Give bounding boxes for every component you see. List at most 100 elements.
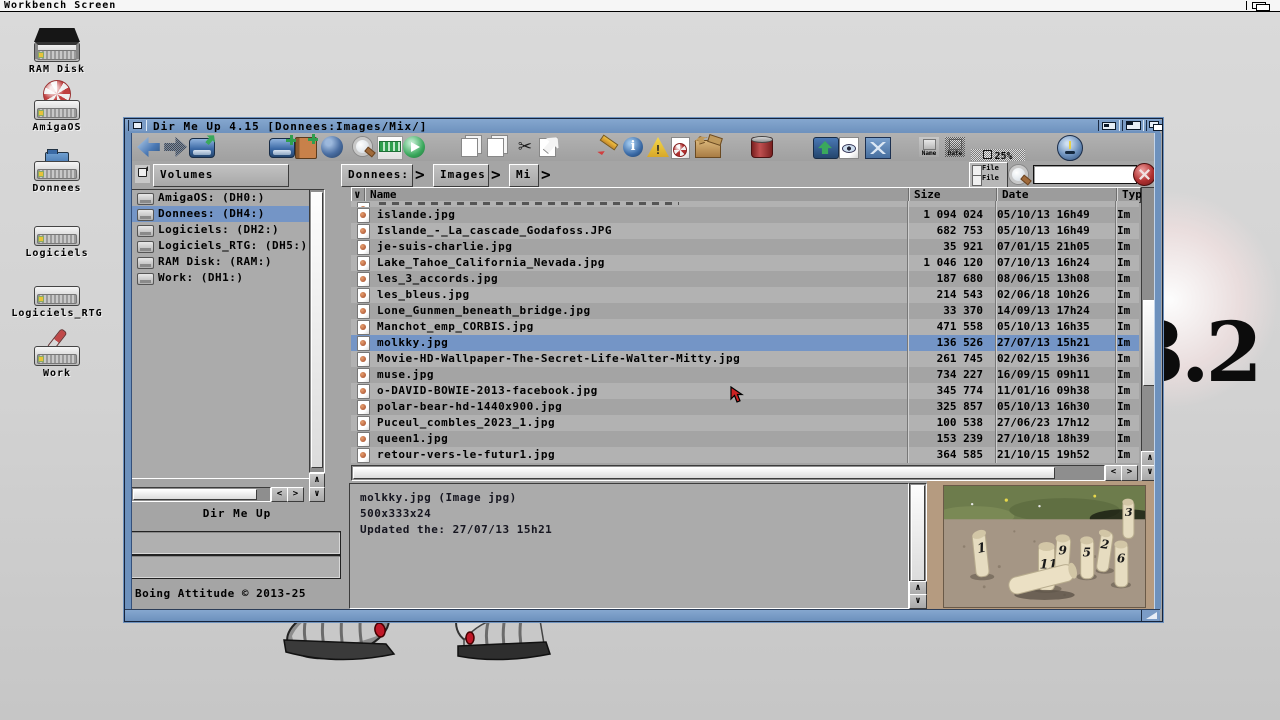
close-view-button[interactable] (865, 137, 891, 159)
volumes-scroll-down-button[interactable]: ∨ (309, 487, 325, 502)
window-bottom-border (125, 609, 1160, 621)
files-scroll-right-button[interactable]: > (1121, 465, 1138, 481)
breadcrumb-current-button[interactable]: Mi (509, 164, 539, 187)
file-row[interactable]: molkky.jpg 136 526 27/07/13 15h21 Im (351, 335, 1139, 351)
info-vertical-scrollbar[interactable] (909, 483, 927, 583)
breadcrumb-volume-button[interactable]: Donnees: (341, 164, 413, 187)
file-info-panel: molkky.jpg (Image jpg) 500x333x24 Update… (349, 483, 909, 609)
run-button[interactable] (403, 136, 425, 158)
back-button[interactable] (137, 136, 161, 158)
sort-by-name-button[interactable]: Name (919, 137, 939, 157)
measure-button[interactable] (377, 136, 403, 160)
file-row[interactable]: Lone_Gunmen_beneath_bridge.jpg 33 370 14… (351, 303, 1139, 319)
volumes-vertical-scrollbar[interactable] (309, 189, 325, 473)
search-input[interactable] (1033, 165, 1137, 184)
file-type: Im (1117, 255, 1139, 271)
column-header-size[interactable]: Size (908, 188, 1000, 202)
window-close-gadget[interactable] (128, 120, 147, 131)
new-drawer-button[interactable] (269, 138, 295, 158)
file-row[interactable]: Movie-HD-Wallpaper-The-Secret-Life-Walte… (351, 351, 1139, 367)
file-row[interactable]: retour-vers-le-futur1.jpg 364 585 21/10/… (351, 447, 1139, 463)
file-name: muse.jpg (377, 367, 907, 383)
desktop-icon[interactable]: Work (2, 328, 112, 379)
breadcrumb-folder-button[interactable]: Images (433, 164, 489, 187)
clock-button[interactable] (1057, 135, 1083, 161)
column-header-type[interactable]: Typ (1116, 188, 1144, 202)
trash-button[interactable] (751, 137, 773, 158)
desktop-icon[interactable]: Donnees (2, 143, 112, 194)
archive-upload-button[interactable] (813, 137, 839, 159)
file-name: Lake_Tahoe_California_Nevada.jpg (377, 255, 907, 271)
file-row[interactable]: muse.jpg 734 227 16/09/15 09h11 Im (351, 367, 1139, 383)
volumes-button[interactable]: Volumes (153, 164, 289, 187)
desktop-icon[interactable]: RAM Disk (2, 24, 112, 75)
drive-icon (137, 257, 154, 269)
volume-row[interactable]: RAM Disk: (RAM:) (132, 254, 310, 270)
information-button[interactable] (623, 137, 643, 157)
sphere-tool-button[interactable] (321, 136, 343, 158)
file-row[interactable]: les_bleus.jpg 214 543 02/06/18 10h26 Im (351, 287, 1139, 303)
file-name: Islande_-_La_cascade_Godafoss.JPG (377, 223, 907, 239)
file-date: 05/10/13 16h35 (997, 319, 1112, 335)
volumes-scroll-up-button[interactable]: ∧ (309, 473, 325, 488)
window-iconify-gadget[interactable] (1098, 120, 1120, 131)
volume-row[interactable]: Logiciels: (DH2:) (132, 222, 310, 238)
parent-drive-button[interactable] (189, 138, 215, 158)
file-date: 27/10/18 18h39 (997, 431, 1112, 447)
view-image-button[interactable] (839, 137, 859, 159)
boing-document-button[interactable] (671, 137, 690, 159)
window-titlebar[interactable]: Dir Me Up 4.15 [Donnees:Images/Mix/] (125, 119, 1160, 134)
volumes-horizontal-scrollbar[interactable] (131, 487, 271, 502)
column-header-date[interactable]: Date (996, 188, 1120, 202)
window-resize-gadget[interactable] (1141, 610, 1159, 621)
volume-row[interactable]: Donnees: (DH4:) (132, 206, 310, 222)
file-filter-button[interactable]: File File (969, 162, 1008, 188)
eject-icon[interactable] (135, 165, 150, 183)
unpack-archive-button[interactable] (695, 140, 721, 158)
volume-row[interactable]: Work: (DH1:) (132, 270, 310, 286)
clear-search-button[interactable] (1133, 163, 1156, 186)
file-size: 734 227 (909, 367, 983, 383)
cut-scissors-icon[interactable]: ✂ (513, 136, 537, 158)
file-row[interactable]: je-suis-charlie.jpg 35 921 07/01/15 21h0… (351, 239, 1139, 255)
drive-icon (137, 193, 154, 205)
window-depth-gadget[interactable] (1146, 120, 1162, 131)
file-type: Im (1117, 399, 1139, 415)
files-scroll-left-button[interactable]: < (1105, 465, 1122, 481)
window-zoom-gadget[interactable] (1122, 120, 1144, 131)
screen-depth-gadget[interactable] (1246, 1, 1273, 10)
find-button[interactable] (351, 136, 375, 158)
file-row[interactable]: les_3_accords.jpg 187 680 08/06/15 13h08… (351, 271, 1139, 287)
new-file-button[interactable] (295, 137, 317, 159)
warning-button[interactable] (647, 137, 669, 157)
file-row[interactable]: Manchot_emp_CORBIS.jpg 471 558 05/10/13 … (351, 319, 1139, 335)
desktop-icon[interactable]: Logiciels_RTG (2, 268, 112, 319)
sort-direction-icon[interactable]: ∨ (354, 188, 361, 202)
desktop-icon[interactable]: AmigaOS (2, 82, 112, 133)
rename-pencil-button[interactable] (597, 136, 621, 158)
info-filename: molkky.jpg (Image jpg) (360, 491, 517, 504)
file-row[interactable]: islande.jpg 1 094 024 05/10/13 16h49 Im (351, 207, 1139, 223)
image-file-icon (357, 288, 370, 303)
volumes-scroll-left-button[interactable]: < (271, 487, 288, 502)
image-file-icon (357, 304, 370, 319)
molkky-thumbnail-image[interactable]: 1 11 9 5 (943, 485, 1146, 608)
file-row[interactable]: Puceul_combles_2023_1.jpg 100 538 27/06/… (351, 415, 1139, 431)
volume-label: RAM Disk: (RAM:) (158, 255, 272, 268)
volumes-scroll-right-button[interactable]: > (287, 487, 304, 502)
screen-titlebar[interactable]: Workbench Screen (0, 0, 1280, 12)
file-name: les_3_accords.jpg (377, 271, 907, 287)
file-size: 35 921 (909, 239, 983, 255)
volume-row[interactable]: Logiciels_RTG: (DH5:) (132, 238, 310, 254)
files-horizontal-scrollbar[interactable] (351, 465, 1105, 481)
copy-button[interactable] (461, 138, 477, 156)
file-row[interactable]: Lake_Tahoe_California_Nevada.jpg 1 046 1… (351, 255, 1139, 271)
volume-row[interactable]: AmigaOS: (DH0:) (132, 190, 310, 206)
file-row[interactable]: Islande_-_La_cascade_Godafoss.JPG 682 75… (351, 223, 1139, 239)
file-row[interactable]: queen1.jpg 153 239 27/10/18 18h39 Im (351, 431, 1139, 447)
desktop-icon[interactable]: Logiciels (2, 208, 112, 259)
info-scroll-down-button[interactable]: ∨ (909, 594, 927, 609)
paste-button[interactable] (539, 138, 555, 156)
file-size: 325 857 (909, 399, 983, 415)
column-header-name[interactable]: Name (364, 188, 888, 202)
